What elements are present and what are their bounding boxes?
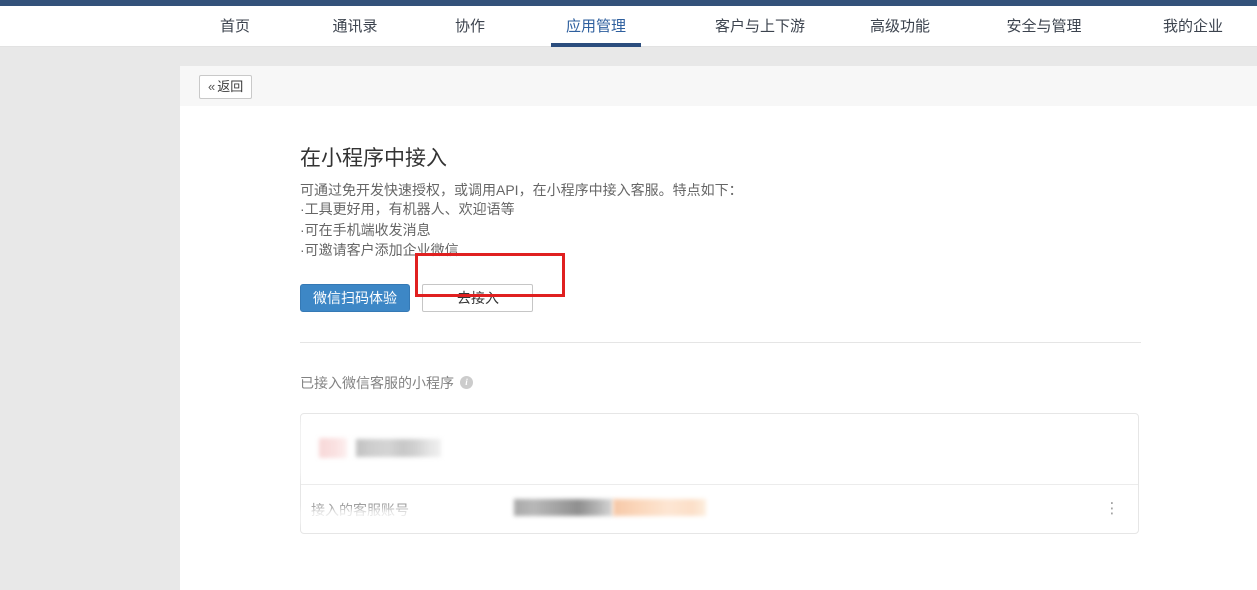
- redacted-app-name: [356, 439, 441, 457]
- nav-tab-collaboration[interactable]: 协作: [455, 6, 485, 47]
- more-menu-icon[interactable]: ⋮: [1104, 496, 1120, 522]
- panel-header-strip: «返回: [180, 66, 1257, 106]
- nav-tab-my-company[interactable]: 我的企业: [1163, 6, 1223, 47]
- miniprogram-info-row: [301, 414, 1138, 484]
- action-button-row: 微信扫码体验 去接入: [300, 284, 1141, 312]
- miniprogram-card: 接入的客服账号 ⋮: [300, 413, 1139, 534]
- nav-tab-home[interactable]: 首页: [220, 6, 250, 47]
- feature-bullet: ·可在手机端收发消息: [300, 220, 1141, 241]
- nav-tab-advanced[interactable]: 高级功能: [870, 6, 930, 47]
- redacted-account-name: [514, 499, 613, 516]
- content-panel: «返回 在小程序中接入 可通过免开发快速授权，或调用API，在小程序中接入客服。…: [180, 66, 1257, 590]
- page-title: 在小程序中接入: [300, 142, 1141, 172]
- page-description: 可通过免开发快速授权，或调用API，在小程序中接入客服。特点如下：: [300, 181, 1141, 199]
- info-icon[interactable]: i: [460, 376, 473, 389]
- go-connect-button[interactable]: 去接入: [422, 284, 533, 312]
- page-content: 在小程序中接入 可通过免开发快速授权，或调用API，在小程序中接入客服。特点如下…: [300, 106, 1141, 534]
- nav-tab-contacts[interactable]: 通讯录: [332, 6, 377, 47]
- back-button-label: 返回: [217, 79, 243, 94]
- back-chevron-icon: «: [208, 79, 215, 94]
- section-header: 已接入微信客服的小程序 i: [300, 373, 1141, 393]
- redacted-app-icon: [319, 438, 347, 458]
- connected-account-label: 接入的客服账号: [311, 500, 409, 520]
- wechat-scan-button[interactable]: 微信扫码体验: [300, 284, 410, 312]
- feature-bullet: ·可邀请客户添加企业微信: [300, 240, 1141, 261]
- section-title: 已接入微信客服的小程序: [300, 373, 454, 393]
- nav-tab-app-management[interactable]: 应用管理: [566, 6, 626, 47]
- nav-tab-customers[interactable]: 客户与上下游: [715, 6, 805, 47]
- back-button[interactable]: «返回: [199, 75, 252, 99]
- connected-account-row: 接入的客服账号 ⋮: [301, 485, 1138, 533]
- section-divider: [300, 342, 1141, 343]
- redacted-account-detail: [613, 499, 706, 516]
- feature-bullet: ·工具更好用，有机器人、欢迎语等: [300, 199, 1141, 220]
- main-nav: 首页 通讯录 协作 应用管理 客户与上下游 高级功能 安全与管理 我的企业: [0, 6, 1257, 47]
- nav-tab-security[interactable]: 安全与管理: [1006, 6, 1081, 47]
